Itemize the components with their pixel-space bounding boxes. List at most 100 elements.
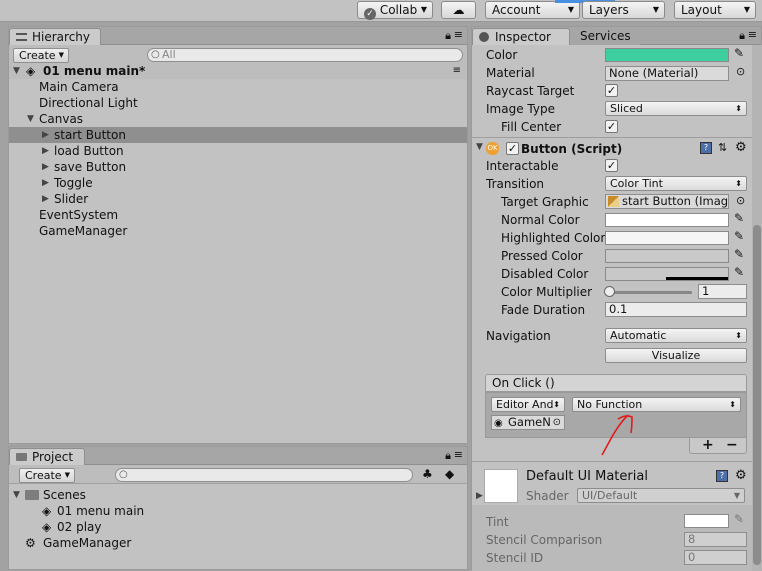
panel-menu-icon[interactable]: ≡ [748,28,757,41]
lock-icon[interactable]: 🔒︎ [445,29,451,43]
preset-sliders-icon[interactable]: ⇅ [718,141,727,154]
expand-right-icon[interactable]: ▶ [42,127,49,143]
create-button[interactable]: Create ▼ [13,48,69,63]
eyedropper-icon[interactable]: ✎ [733,47,745,61]
multiplier-slider-thumb[interactable] [604,286,615,297]
transition-dropdown[interactable]: Color Tint ⬍ [605,176,747,191]
list-item[interactable]: ▼ Scenes [9,487,467,503]
runtime-dropdown[interactable]: Editor And ⬍ [491,397,565,412]
object-picker-icon[interactable]: ⊙ [553,416,561,429]
stencil-comparison-field: 8 [684,532,747,547]
scene-menu-icon[interactable]: ≡ [453,63,461,79]
account-button[interactable]: Account ▼ [485,1,580,19]
tab-inspector[interactable]: Inspector [472,28,570,45]
visualize-button[interactable]: Visualize [605,348,747,363]
expand-right-icon[interactable]: ▶ [42,143,49,159]
tab-label: Project [32,450,74,464]
cloud-button[interactable]: ☁ [441,1,476,19]
filter-type-icon[interactable]: ♣ [422,467,433,481]
navigation-dropdown[interactable]: Automatic ⬍ [605,328,747,343]
create-button[interactable]: Create ▼ [19,468,75,483]
list-item[interactable]: Main Camera [9,79,467,95]
list-item[interactable]: ▶ load Button [9,143,467,159]
panel-menu-icon[interactable]: ≡ [454,28,463,41]
multiplier-input[interactable]: 1 [698,284,747,299]
expand-down-icon: ▼ [13,66,20,76]
inspector-tabbar: Inspector Services 🔒︎ ≡ [472,27,761,45]
folder-icon [25,490,39,500]
search-input[interactable]: ○ All [147,48,463,62]
button-enabled-checkbox[interactable]: ✓ [506,142,519,155]
eyedropper-icon[interactable]: ✎ [733,230,745,244]
pressed-color-field[interactable] [605,249,729,263]
navigation-value: Automatic [610,329,667,342]
list-item[interactable]: ◈ 01 menu main [9,503,467,519]
help-book-icon[interactable]: ? [700,142,712,154]
list-item[interactable]: ⚙ GameManager [9,535,467,551]
gear-icon[interactable]: ⚙ [735,468,747,483]
list-item[interactable]: ▼ Canvas [9,111,467,127]
fade-duration-input[interactable]: 0.1 [605,302,747,317]
visualize-label: Visualize [651,349,701,362]
search-input[interactable]: ○ [115,468,413,482]
normal-color-field[interactable] [605,213,729,227]
interactable-checkbox[interactable]: ✓ [605,159,618,172]
layers-button[interactable]: Layers ▼ [582,1,665,19]
fillcenter-checkbox[interactable]: ✓ [605,120,618,133]
highlighted-color-field[interactable] [605,231,729,245]
tab-services[interactable]: Services [570,28,640,45]
inspector-scrollbar[interactable] [752,45,762,571]
eyedropper-icon[interactable]: ✎ [733,248,745,262]
disabled-color-field[interactable] [605,267,729,281]
target-graphic-field[interactable]: start Button (Imag [605,194,729,209]
material-field[interactable]: None (Material) [605,66,729,81]
label-tag-icon[interactable]: ◆ [445,467,454,481]
expand-right-icon[interactable]: ▶ [42,191,49,207]
image-color-field[interactable] [605,48,729,62]
transition-label: Transition [486,177,545,191]
chevron-updown-icon: ⬍ [729,400,736,409]
imagetype-dropdown[interactable]: Sliced ⬍ [605,101,747,116]
list-item[interactable]: ▶ Slider [9,191,467,207]
scrollbar-thumb[interactable] [753,225,761,565]
expand-right-icon[interactable]: ▶ [476,491,483,501]
list-item[interactable]: ▶ Toggle [9,175,467,191]
scene-name: 01 menu main* [43,64,146,78]
event-object-field[interactable]: ◉ GameN ⊙ [491,415,565,430]
button-component-header[interactable]: ▼ OK ✓ Button (Script) ? ⇅ ⚙ [472,140,761,158]
collab-button[interactable]: ✓ Collab ▼ [357,1,433,20]
object-picker-icon[interactable]: ⊙ [736,194,745,207]
gear-icon[interactable]: ⚙ [735,140,747,155]
expand-down-icon[interactable]: ▼ [13,487,20,503]
tab-hierarchy[interactable]: Hierarchy [9,28,101,45]
remove-event-button[interactable]: − [726,437,738,453]
tab-project[interactable]: Project [9,448,85,465]
panel-menu-icon[interactable]: ≡ [454,448,463,461]
layout-button[interactable]: Layout ▼ [674,1,756,19]
expand-down-icon[interactable]: ▼ [27,111,34,127]
expand-down-icon[interactable]: ▼ [476,142,483,152]
multiplier-slider-track[interactable] [608,291,692,294]
list-item[interactable]: GameManager [9,223,467,239]
add-event-button[interactable]: + [702,437,714,453]
raycast-checkbox[interactable]: ✓ [605,84,618,97]
help-book-icon[interactable]: ? [716,470,728,482]
eyedropper-icon[interactable]: ✎ [733,266,745,280]
list-item[interactable]: Directional Light [9,95,467,111]
expand-right-icon[interactable]: ▶ [42,159,49,175]
chevron-down-icon: ▼ [58,51,64,59]
lock-icon[interactable]: 🔒︎ [739,29,745,43]
tab-label: Hierarchy [32,30,91,44]
list-item[interactable]: ▶ save Button [9,159,467,175]
list-item[interactable]: ▶ start Button [9,127,467,143]
scene-row[interactable]: ▼ ◈ 01 menu main* ≡ [9,63,467,79]
list-item[interactable]: ◈ 02 play [9,519,467,535]
lock-icon[interactable]: 🔒︎ [445,449,451,463]
fade-duration-value: 0.1 [609,302,628,316]
list-item[interactable]: EventSystem [9,207,467,223]
object-picker-icon[interactable]: ⊙ [736,65,745,78]
expand-right-icon[interactable]: ▶ [42,175,49,191]
eyedropper-icon[interactable]: ✎ [733,212,745,226]
button-component-icon: OK [486,142,499,155]
item-label: save Button [54,160,127,174]
